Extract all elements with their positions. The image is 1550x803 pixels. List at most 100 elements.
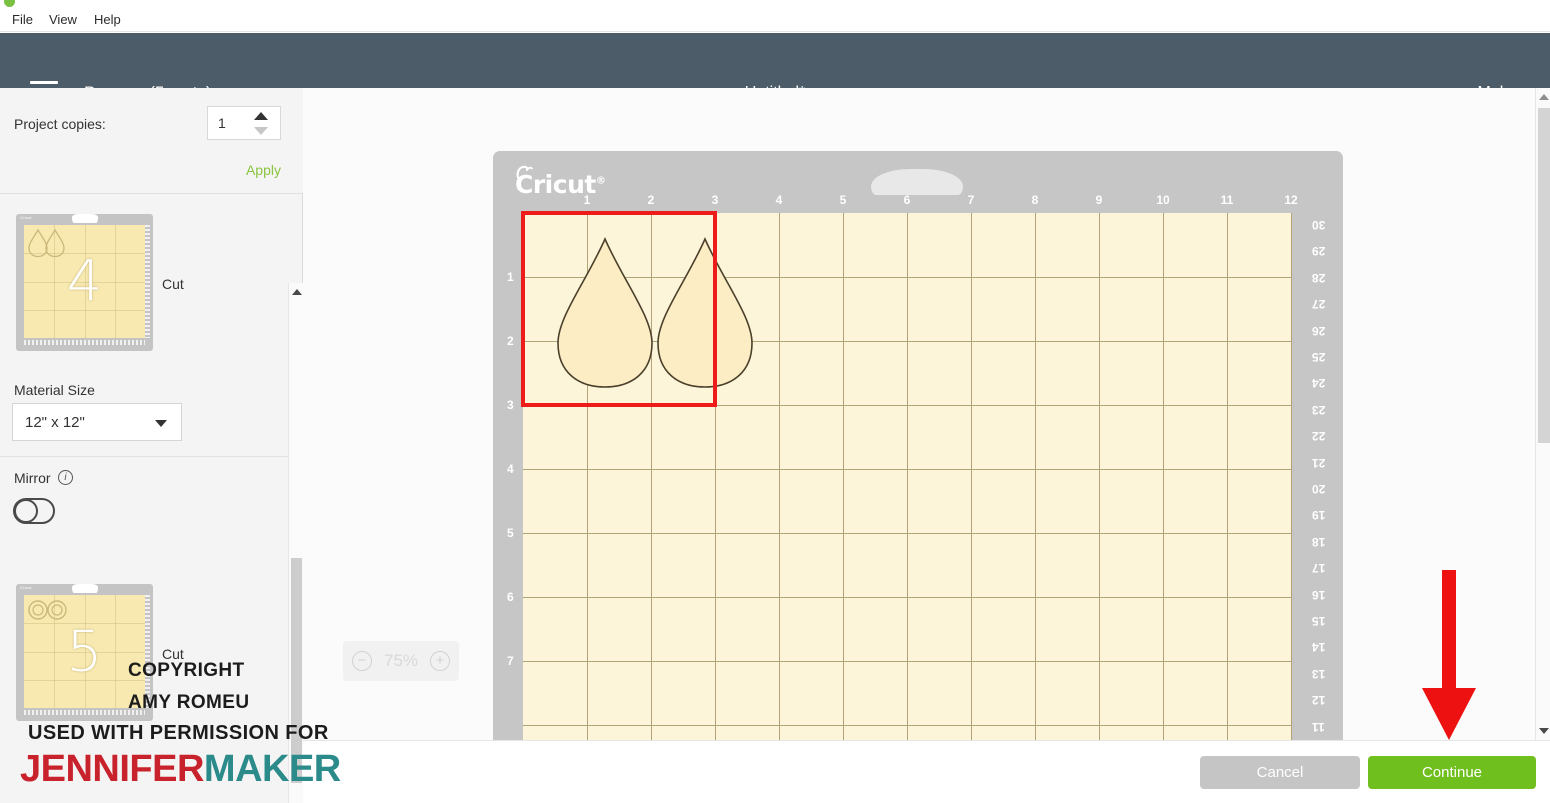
canvas-scroll-thumb[interactable] xyxy=(1538,108,1550,443)
project-copies-label: Project copies: xyxy=(14,116,106,132)
mat-preview-canvas[interactable]: Cricut® 1 2 3 4 5 6 7 8 9 10 11 12 1234567 30 29 28 27… xyxy=(303,88,1535,740)
ruler-right-tick: 13 xyxy=(1311,666,1325,681)
ruler-right-tick: 22 xyxy=(1311,429,1325,444)
menu-item-help[interactable]: Help xyxy=(90,11,125,28)
mat-list-item[interactable]: Cricut 5 Cut xyxy=(0,570,288,803)
scroll-up-icon[interactable] xyxy=(292,289,302,295)
ruler-left-tick: 3 xyxy=(507,398,514,412)
ruler-top-tick: 11 xyxy=(1220,193,1234,207)
teardrop-shapes-icon xyxy=(28,228,65,258)
ruler-left-tick: 4 xyxy=(507,462,514,476)
ruler-right-tick: 28 xyxy=(1311,270,1325,285)
ruler-right-tick: 26 xyxy=(1311,323,1325,338)
material-size-label: Material Size xyxy=(14,382,95,398)
ruler-right-tick: 14 xyxy=(1311,640,1325,655)
ruler-right-tick: 16 xyxy=(1311,587,1325,602)
sidebar-scroll-thumb[interactable] xyxy=(291,558,302,783)
project-copies-value[interactable]: 1 xyxy=(218,115,226,131)
cancel-button[interactable]: Cancel xyxy=(1200,756,1360,789)
ruler-right-tick: 20 xyxy=(1311,482,1325,496)
ruler-right-tick: 29 xyxy=(1311,244,1325,259)
ruler-left-tick: 5 xyxy=(507,526,514,540)
ruler-right-tick: 25 xyxy=(1311,350,1325,364)
circle-shapes-icon xyxy=(28,600,67,620)
scroll-up-icon[interactable] xyxy=(1539,94,1549,100)
mirror-toggle-knob xyxy=(14,499,38,523)
canvas-scrollbar[interactable] xyxy=(1535,88,1550,740)
ruler-top-tick: 2 xyxy=(647,193,655,207)
mat-list: Cricut 4 Cut Material Size 12" x 12" Mir… xyxy=(0,195,288,803)
ruler-top-tick: 8 xyxy=(1031,193,1039,207)
mat-clamp-icon xyxy=(71,214,98,223)
mat-list-item[interactable]: Cricut 4 Cut Material Size 12" x 12" Mir… xyxy=(0,200,288,524)
ruler-top-tick: 7 xyxy=(967,193,975,207)
cricut-logo: Cricut® xyxy=(515,170,606,199)
mat-number: 5 xyxy=(66,619,103,684)
ruler-top-tick: 1 xyxy=(583,193,591,207)
mat-operation-label: Cut xyxy=(162,276,184,292)
ruler-left-tick: 6 xyxy=(507,590,514,604)
continue-button[interactable]: Continue xyxy=(1368,756,1536,789)
cricut-design-space-window: File View Help Prepare (5 mats) Untitled… xyxy=(0,0,1550,803)
left-settings-panel: Project copies: 1 Apply Cricut 4 Cut Mat… xyxy=(0,88,303,803)
ruler-top-tick: 4 xyxy=(775,193,783,207)
zoom-in-icon[interactable]: + xyxy=(430,651,450,671)
ruler-left-tick: 2 xyxy=(507,334,514,348)
ruler-top-tick: 5 xyxy=(839,193,847,207)
mat-grid-surface[interactable] xyxy=(521,211,1292,740)
ruler-right-tick: 27 xyxy=(1311,297,1325,312)
mat-clamp-graphic xyxy=(871,169,963,195)
os-menu-bar: File View Help xyxy=(0,8,1550,32)
os-title-bar xyxy=(0,0,1550,8)
mat-thumbnail[interactable]: Cricut 5 xyxy=(16,584,153,721)
ruler-right-tick: 15 xyxy=(1311,614,1325,628)
ruler-right-tick: 21 xyxy=(1311,455,1325,470)
ruler-top-tick: 6 xyxy=(903,193,911,207)
mat-number: 4 xyxy=(66,249,103,314)
project-copies-row: Project copies: 1 Apply xyxy=(0,88,303,194)
material-size-select[interactable]: 12" x 12" xyxy=(12,403,182,441)
app-header-bar: Prepare (5 mats) Untitled* Maker xyxy=(0,33,1550,102)
app-logo-icon xyxy=(4,0,15,7)
mirror-label: Mirror xyxy=(14,470,51,486)
menu-item-view[interactable]: View xyxy=(45,11,81,28)
project-copies-stepper[interactable]: 1 xyxy=(207,106,281,140)
stepper-increment-icon[interactable] xyxy=(254,112,268,120)
mat-brand-label: Cricut xyxy=(20,215,32,220)
teardrop-shapes[interactable] xyxy=(553,235,763,405)
cutting-mat[interactable]: Cricut® 1 2 3 4 5 6 7 8 9 10 11 12 1234567 30 29 28 27… xyxy=(493,151,1343,740)
mat-edge-dots xyxy=(145,595,150,708)
ruler-right-tick: 17 xyxy=(1311,561,1325,576)
chevron-down-icon[interactable] xyxy=(155,420,167,427)
apply-copies-button[interactable]: Apply xyxy=(246,162,281,178)
mat-edge-dots xyxy=(145,225,150,338)
info-icon[interactable]: i xyxy=(58,470,73,485)
mat-operation-label: Cut xyxy=(162,646,184,662)
ruler-left-tick: 7 xyxy=(507,654,514,668)
stepper-decrement-icon[interactable] xyxy=(254,127,268,135)
ruler-right-tick: 18 xyxy=(1311,534,1325,549)
mirror-toggle[interactable] xyxy=(13,498,55,524)
ruler-right-tick: 24 xyxy=(1311,376,1325,391)
ruler-top-tick: 12 xyxy=(1284,193,1298,207)
footer-bar: Cancel Continue xyxy=(303,740,1550,803)
material-size-value: 12" x 12" xyxy=(25,414,85,431)
ruler-top-tick: 3 xyxy=(711,193,719,207)
ruler-right-tick: 30 xyxy=(1311,218,1325,232)
mat-thumbnail[interactable]: Cricut 4 xyxy=(16,214,153,351)
scroll-down-icon[interactable] xyxy=(1539,728,1549,734)
sidebar-scrollbar[interactable] xyxy=(288,283,303,803)
ruler-right-tick: 12 xyxy=(1311,693,1325,708)
ruler-top-tick: 10 xyxy=(1156,193,1170,207)
mat-clamp-icon xyxy=(71,584,98,593)
mat-brand-label: Cricut xyxy=(20,585,32,590)
menu-item-file[interactable]: File xyxy=(8,11,37,28)
mat-edge-dots xyxy=(24,340,145,345)
ruler-top-tick: 9 xyxy=(1095,193,1103,207)
ruler-left-tick: 1 xyxy=(507,270,514,284)
ruler-right-tick: 11 xyxy=(1312,719,1325,734)
mat-edge-dots xyxy=(24,710,145,715)
ruler-right-tick: 23 xyxy=(1311,402,1325,417)
zoom-control[interactable]: − 75% + xyxy=(343,641,459,681)
ruler-right-tick: 19 xyxy=(1311,508,1325,523)
